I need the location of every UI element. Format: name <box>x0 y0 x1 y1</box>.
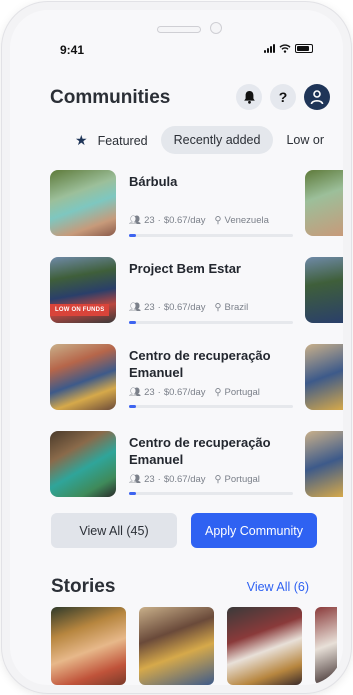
header-actions: ? <box>236 84 330 110</box>
low-funds-badge: LOW ON FUNDS <box>50 304 110 316</box>
funding-progress <box>129 234 293 237</box>
daily-rate: $0.67/day <box>163 215 206 226</box>
community-card[interactable]: Bárbula 👥︎ 23 · $0.67/day ⚲ Venezuela <box>50 170 343 257</box>
community-photo: LOW ON FUNDS <box>50 257 116 323</box>
location: Venezuela <box>224 215 269 226</box>
meta-separator: · <box>157 302 161 313</box>
header: Communities ? <box>50 84 330 114</box>
community-name: Project Bem Estar <box>129 261 241 276</box>
bell-icon <box>243 91 255 104</box>
wifi-icon <box>279 44 291 53</box>
community-meta: 👥︎ 23 · $0.67/day ⚲ Venezuela <box>129 215 269 226</box>
battery-icon <box>295 44 313 53</box>
status-bar: 9:41 <box>10 43 343 59</box>
people-icon: 👥︎ <box>129 302 142 313</box>
stories-title: Stories <box>51 576 116 597</box>
tab-label: Recently added <box>173 133 261 147</box>
community-meta: 👥︎ 23 · $0.67/day ⚲ Portugal <box>129 387 260 398</box>
community-name: Centro de recuperação Emanuel <box>129 348 271 380</box>
view-all-button[interactable]: View All (45) <box>51 513 177 548</box>
location-pin-icon: ⚲ <box>214 302 222 313</box>
speaker-grille <box>157 26 201 33</box>
community-photo <box>50 431 116 497</box>
list-actions: View All (45) Apply Community <box>51 513 317 548</box>
people-count: 23 <box>144 302 155 313</box>
community-meta: 👥︎ 23 · $0.67/day ⚲ Brazil <box>129 302 248 313</box>
community-card[interactable]: Centro de recuperação Emanuel 👥︎ 23 · $0… <box>50 344 343 431</box>
community-name: Centro de recuperação Emanuel <box>129 435 271 467</box>
story-card[interactable] <box>315 607 337 685</box>
story-card[interactable] <box>51 607 126 685</box>
help-icon: ? <box>278 89 288 105</box>
meta-separator: · <box>157 215 161 226</box>
communities-list: Bárbula 👥︎ 23 · $0.67/day ⚲ Venezuela LO… <box>50 170 343 518</box>
stories-row <box>51 607 337 685</box>
story-card[interactable] <box>227 607 302 685</box>
location-pin-icon: ⚲ <box>214 474 222 485</box>
stories-view-all-link[interactable]: View All (6) <box>247 580 309 594</box>
community-name: Bárbula <box>129 174 178 189</box>
front-camera <box>210 22 222 34</box>
people-icon: 👥︎ <box>129 387 142 398</box>
community-meta: 👥︎ 23 · $0.67/day ⚲ Portugal <box>129 474 260 485</box>
location: Portugal <box>224 387 260 398</box>
star-icon: ★ <box>75 132 88 148</box>
tab-recently-added[interactable]: Recently added <box>160 126 274 154</box>
community-photo-next <box>305 170 343 236</box>
tab-low-on-funds[interactable]: Low or <box>273 126 337 154</box>
people-count: 23 <box>144 387 155 398</box>
community-photo <box>50 344 116 410</box>
status-time: 9:41 <box>60 43 85 57</box>
location-pin-icon: ⚲ <box>214 215 222 226</box>
filter-tabs: ★ Featured Recently added Low or <box>62 126 337 154</box>
people-count: 23 <box>144 474 155 485</box>
screen: 9:41 Communities ? ★ Featured Recently a… <box>10 10 343 685</box>
tab-featured[interactable]: ★ Featured <box>62 126 161 154</box>
meta-separator: · <box>157 387 161 398</box>
community-card[interactable]: LOW ON FUNDS Project Bem Estar 👥︎ 23 · $… <box>50 257 343 344</box>
signal-icon <box>264 44 275 53</box>
funding-progress <box>129 405 293 408</box>
people-count: 23 <box>144 215 155 226</box>
help-button[interactable]: ? <box>270 84 296 110</box>
tab-label: Featured <box>97 134 148 148</box>
community-photo-next <box>305 344 343 410</box>
tab-label: Low or <box>286 133 324 147</box>
people-icon: 👥︎ <box>129 474 142 485</box>
notifications-button[interactable] <box>236 84 262 110</box>
story-card[interactable] <box>139 607 214 685</box>
status-icons <box>264 44 313 53</box>
community-photo-next <box>305 257 343 323</box>
funding-progress <box>129 492 293 495</box>
location: Brazil <box>224 302 249 313</box>
location: Portugal <box>224 474 260 485</box>
community-card[interactable]: Centro de recuperação Emanuel 👥︎ 23 · $0… <box>50 431 343 518</box>
phone-frame: 9:41 Communities ? ★ Featured Recently a… <box>2 2 351 693</box>
profile-button[interactable] <box>304 84 330 110</box>
meta-separator: · <box>157 474 161 485</box>
funding-progress <box>129 321 293 324</box>
people-icon: 👥︎ <box>129 215 142 226</box>
location-pin-icon: ⚲ <box>214 387 222 398</box>
daily-rate: $0.67/day <box>163 302 206 313</box>
community-photo <box>50 170 116 236</box>
daily-rate: $0.67/day <box>163 387 206 398</box>
daily-rate: $0.67/day <box>163 474 206 485</box>
apply-community-button[interactable]: Apply Community <box>191 513 317 548</box>
community-photo-next <box>305 431 343 497</box>
user-icon <box>310 90 324 105</box>
